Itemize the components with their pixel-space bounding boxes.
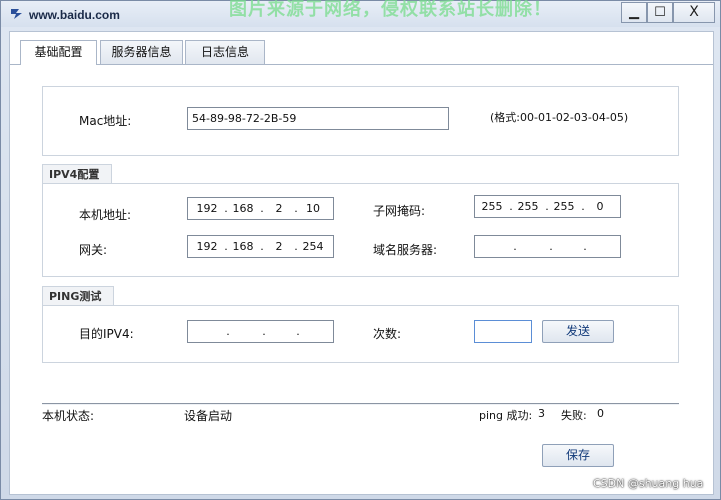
local-ip-label: 本机地址: [79, 208, 132, 222]
save-button[interactable]: 保存 [542, 444, 614, 467]
status-label: 本机状态: [42, 409, 95, 423]
baidu-logo-icon [11, 9, 22, 19]
send-button[interactable]: 发送 [542, 320, 614, 343]
basic-config-panel: Mac地址: 54-89-98-72-2B-59 (格式:00-01-02-03… [10, 64, 713, 494]
ping-count-label: 次数: [373, 327, 402, 341]
gateway-input[interactable]: 192 . 168 . 2 . 254 [187, 235, 334, 258]
close-button[interactable]: X [673, 2, 715, 23]
ping-fail-count: 0 [597, 407, 604, 420]
status-value: 设备启动 [184, 409, 233, 423]
ping-group: 目的IPV4: . . . 次数: 发送 [42, 305, 679, 363]
mac-format-hint: (格式:00-01-02-03-04-05) [490, 111, 629, 124]
dns-label: 域名服务器: [373, 243, 438, 257]
ping-target-input[interactable]: . . . [187, 320, 334, 343]
window-title: www.baidu.com [29, 8, 120, 22]
minimize-button[interactable]: ▁ [621, 2, 647, 23]
subnet-label: 子网掩码: [373, 204, 426, 218]
mac-label: Mac地址: [79, 114, 132, 128]
watermark-text: 图片来源于网络，侵权联系站长删除！ [229, 0, 552, 20]
tab-basic-config[interactable]: 基础配置 [20, 40, 97, 65]
ping-group-title: PING测试 [42, 286, 114, 306]
ping-target-label: 目的IPV4: [79, 327, 134, 341]
title-bar[interactable]: www.baidu.com 图片来源于网络，侵权联系站长删除！ ▁ ☐ X [1, 0, 720, 27]
csdn-credit: CSDN @shuang hua [593, 477, 704, 490]
tab-log-info[interactable]: 日志信息 [185, 40, 265, 64]
ping-success-count: 3 [538, 407, 545, 420]
dns-input[interactable]: . . . [474, 235, 621, 258]
ping-count-input[interactable] [474, 320, 532, 343]
app-window: www.baidu.com 图片来源于网络，侵权联系站长删除！ ▁ ☐ X 基础… [0, 0, 721, 500]
ping-fail-label: 失败: [561, 409, 587, 422]
status-separator [42, 403, 679, 405]
mac-group: Mac地址: 54-89-98-72-2B-59 (格式:00-01-02-03… [42, 86, 679, 156]
subnet-input[interactable]: 255 . 255 . 255 . 0 [474, 195, 621, 218]
ipv4-group-title: IPV4配置 [42, 164, 112, 184]
tab-server-info[interactable]: 服务器信息 [100, 40, 183, 64]
client-area: 基础配置 服务器信息 日志信息 Mac地址: 54-89-98-72-2B-59… [9, 31, 714, 495]
ipv4-group: 本机地址: 192 . 168 . 2 . 10 子网掩码: 255 . 255… [42, 183, 679, 277]
local-ip-input[interactable]: 192 . 168 . 2 . 10 [187, 197, 334, 220]
gateway-label: 网关: [79, 243, 108, 257]
ping-success-label: ping 成功: [479, 409, 533, 422]
maximize-button[interactable]: ☐ [647, 2, 673, 23]
mac-input[interactable]: 54-89-98-72-2B-59 [187, 107, 449, 130]
